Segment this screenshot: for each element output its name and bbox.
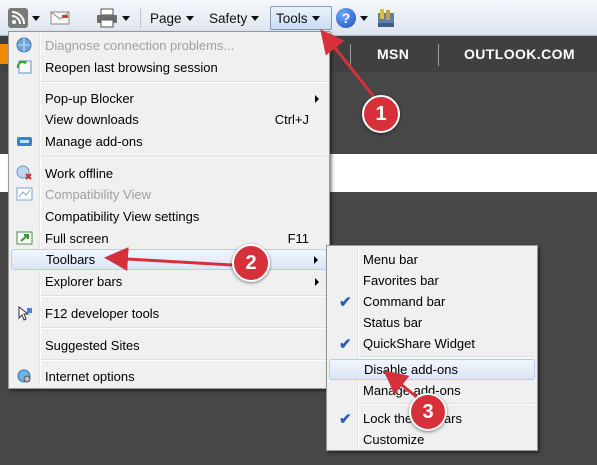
research-icon <box>376 7 396 29</box>
menu-item-popup-blocker[interactable]: Pop-up Blocker <box>11 88 327 109</box>
safety-menu-button[interactable]: Safety <box>209 6 260 30</box>
chevron-down-icon[interactable] <box>32 15 40 21</box>
menu-item-label: Manage add-ons <box>363 383 461 398</box>
submenu-item-command-bar[interactable]: ✔ Command bar <box>329 291 535 312</box>
help-icon: ? <box>336 8 356 28</box>
nav-divider <box>350 44 351 66</box>
menu-item-label: Compatibility View settings <box>45 209 200 224</box>
callout-badge-2: 2 <box>232 244 270 282</box>
tools-menu-button[interactable]: Tools <box>270 6 332 30</box>
mail-icon <box>50 10 72 26</box>
menu-separator <box>41 295 327 297</box>
menu-item-label: Diagnose connection problems... <box>45 38 235 53</box>
menu-item-shortcut: Ctrl+J <box>274 112 309 127</box>
menu-item-toolbars[interactable]: Toolbars <box>11 249 327 270</box>
menu-item-suggested-sites[interactable]: Suggested Sites <box>11 335 327 356</box>
submenu-arrow-icon <box>315 94 319 103</box>
print-button[interactable] <box>96 6 130 30</box>
checkmark-icon: ✔ <box>339 410 352 428</box>
menu-item-compatibility-view[interactable]: Compatibility View <box>11 184 327 205</box>
submenu-arrow-icon <box>315 277 319 286</box>
menu-item-view-downloads[interactable]: View downloads Ctrl+J <box>11 109 327 130</box>
menu-item-compatibility-view-settings[interactable]: Compatibility View settings <box>11 206 327 227</box>
chevron-down-icon <box>360 15 368 21</box>
menu-item-label: Favorites bar <box>363 273 439 288</box>
menu-item-label: View downloads <box>45 112 139 127</box>
chevron-down-icon <box>185 15 194 21</box>
safety-menu-label: Safety <box>209 10 248 26</box>
menu-item-label: Manage add-ons <box>45 134 143 149</box>
menu-item-label: Work offline <box>45 166 114 181</box>
callout-badge-1: 1 <box>362 95 400 133</box>
submenu-item-status-bar[interactable]: Status bar <box>329 312 535 333</box>
toolbar-divider <box>140 8 141 28</box>
menu-item-label: Status bar <box>363 315 423 330</box>
menu-item-diagnose-connection[interactable]: Diagnose connection problems... <box>11 35 327 56</box>
menu-item-label: QuickShare Widget <box>363 336 475 351</box>
menu-item-label: Compatibility View <box>45 187 151 202</box>
menu-item-internet-options[interactable]: Internet options <box>11 366 327 387</box>
menu-item-label: Pop-up Blocker <box>45 91 134 106</box>
submenu-item-menu-bar[interactable]: Menu bar <box>329 249 535 270</box>
menu-item-label: Command bar <box>363 294 446 309</box>
menu-separator <box>359 356 535 358</box>
menu-separator <box>41 156 327 158</box>
compat-view-icon <box>16 186 33 202</box>
nav-link-msn[interactable]: MSN <box>377 46 409 62</box>
chevron-down-icon <box>311 15 320 21</box>
menu-separator <box>41 359 327 361</box>
menu-separator <box>359 403 535 405</box>
submenu-item-disable-addons[interactable]: Disable add-ons <box>329 359 535 380</box>
reopen-icon <box>16 59 33 75</box>
menu-item-label: Reopen last browsing session <box>45 60 218 75</box>
menu-item-reopen-session[interactable]: Reopen last browsing session <box>11 57 327 78</box>
diagnose-icon <box>16 37 33 53</box>
menu-item-label: Full screen <box>45 231 109 246</box>
nav-divider <box>438 44 439 66</box>
menu-item-f12-developer-tools[interactable]: F12 developer tools <box>11 303 327 324</box>
menu-item-work-offline[interactable]: Work offline <box>11 163 327 184</box>
menu-item-label: Customize <box>363 432 425 447</box>
menu-item-label: Menu bar <box>363 252 418 267</box>
submenu-item-quickshare-widget[interactable]: ✔ QuickShare Widget <box>329 333 535 354</box>
callout-badge-3: 3 <box>409 393 447 431</box>
dev-tools-icon <box>16 305 33 321</box>
feeds-button[interactable] <box>8 6 40 30</box>
menu-item-label: Suggested Sites <box>45 338 140 353</box>
menu-item-label: Explorer bars <box>45 274 123 289</box>
page-menu-label: Page <box>150 10 182 26</box>
menu-item-shortcut: F11 <box>287 231 309 246</box>
menu-item-label: F12 developer tools <box>45 306 160 321</box>
submenu-arrow-icon <box>314 255 318 264</box>
tools-menu-label: Tools <box>276 10 308 26</box>
checkmark-icon: ✔ <box>339 335 352 353</box>
menu-separator <box>41 327 327 329</box>
internet-options-icon <box>16 368 33 384</box>
menu-separator <box>41 81 327 83</box>
menu-item-label: Internet options <box>45 369 135 384</box>
printer-icon <box>96 8 118 28</box>
work-offline-icon <box>16 165 33 181</box>
checkmark-icon: ✔ <box>339 293 352 311</box>
menu-item-manage-addons[interactable]: Manage add-ons <box>11 131 327 152</box>
chevron-down-icon <box>251 15 260 21</box>
chevron-down-icon[interactable] <box>122 15 130 21</box>
submenu-item-favorites-bar[interactable]: Favorites bar <box>329 270 535 291</box>
help-button[interactable]: ? <box>336 6 368 30</box>
rss-feed-icon <box>8 8 28 28</box>
menu-item-label: Toolbars <box>46 252 96 267</box>
menu-item-label: Disable add-ons <box>364 362 458 377</box>
tools-menu: Diagnose connection problems... Reopen l… <box>8 31 330 389</box>
read-mail-button[interactable] <box>50 6 72 30</box>
fullscreen-icon <box>16 230 33 246</box>
research-button[interactable] <box>376 6 396 30</box>
page-menu-button[interactable]: Page <box>150 6 194 30</box>
menu-item-explorer-bars[interactable]: Explorer bars <box>11 271 327 292</box>
nav-link-outlook[interactable]: OUTLOOK.COM <box>464 46 575 62</box>
addons-icon <box>16 133 33 149</box>
submenu-item-customize[interactable]: Customize <box>329 429 535 450</box>
menu-item-full-screen[interactable]: Full screen F11 <box>11 228 327 249</box>
